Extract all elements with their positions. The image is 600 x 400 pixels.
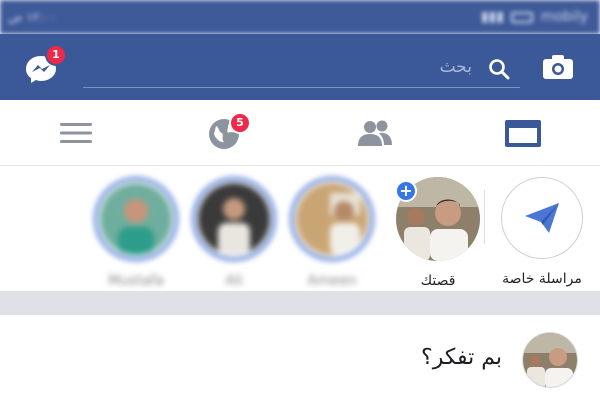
menu-icon [60,123,92,143]
stories-tray: Mustafa Ali Ameen قصتك مراسلة خاصة [0,167,600,291]
stories-divider [484,190,485,244]
composer-avatar [522,332,578,388]
story-ring [290,177,374,261]
status-time: ١٢:٠٠ ص [8,10,57,24]
facebook-home-screen: ١٢:٠٠ ص ▮▮▮ mobily بحث 1 5 Mustafa Ali A… [0,0,600,400]
story-item[interactable]: Ameen [284,177,380,289]
messenger-badge: 1 [45,44,67,66]
tab-news-feed[interactable] [503,116,543,150]
search-icon [489,59,510,80]
friends-icon [358,120,392,146]
story-avatar [100,183,172,255]
signal-icon: ▮▮▮ [480,9,504,25]
story-item[interactable]: Ali [186,177,282,289]
camera-button[interactable] [542,54,574,80]
direct-message-story[interactable]: مراسلة خاصة [494,177,590,287]
story-avatar [296,183,368,255]
story-name: Ameen [307,273,357,289]
carrier-label: mobily [540,9,588,25]
camera-icon [543,55,573,79]
top-bar: بحث [0,34,600,100]
search-placeholder: بحث [439,57,472,77]
plus-icon[interactable]: + [395,180,417,202]
story-avatar [198,183,270,255]
section-separator [0,291,600,315]
story-name: Ali [225,273,243,289]
nav-tabs [0,100,600,166]
story-item[interactable]: Mustafa [88,177,184,289]
feed-icon [505,120,541,147]
status-composer[interactable]: بم تفكر؟ [0,315,600,400]
status-bar: ١٢:٠٠ ص ▮▮▮ mobily [0,0,600,34]
direct-circle [501,177,583,259]
search-field[interactable]: بحث [83,48,520,88]
send-icon [525,203,559,233]
composer-placeholder: بم تفكر؟ [421,345,502,370]
own-story-label: قصتك [420,273,456,289]
story-name: Mustafa [108,273,164,289]
status-right: ▮▮▮ mobily [481,9,588,25]
notifications-badge: 5 [229,112,251,134]
tab-menu[interactable] [56,116,96,150]
tab-friends[interactable] [355,116,395,150]
story-ring [192,177,276,261]
battery-icon [511,11,534,23]
story-ring [94,177,178,261]
direct-message-label: مراسلة خاصة [502,271,582,287]
